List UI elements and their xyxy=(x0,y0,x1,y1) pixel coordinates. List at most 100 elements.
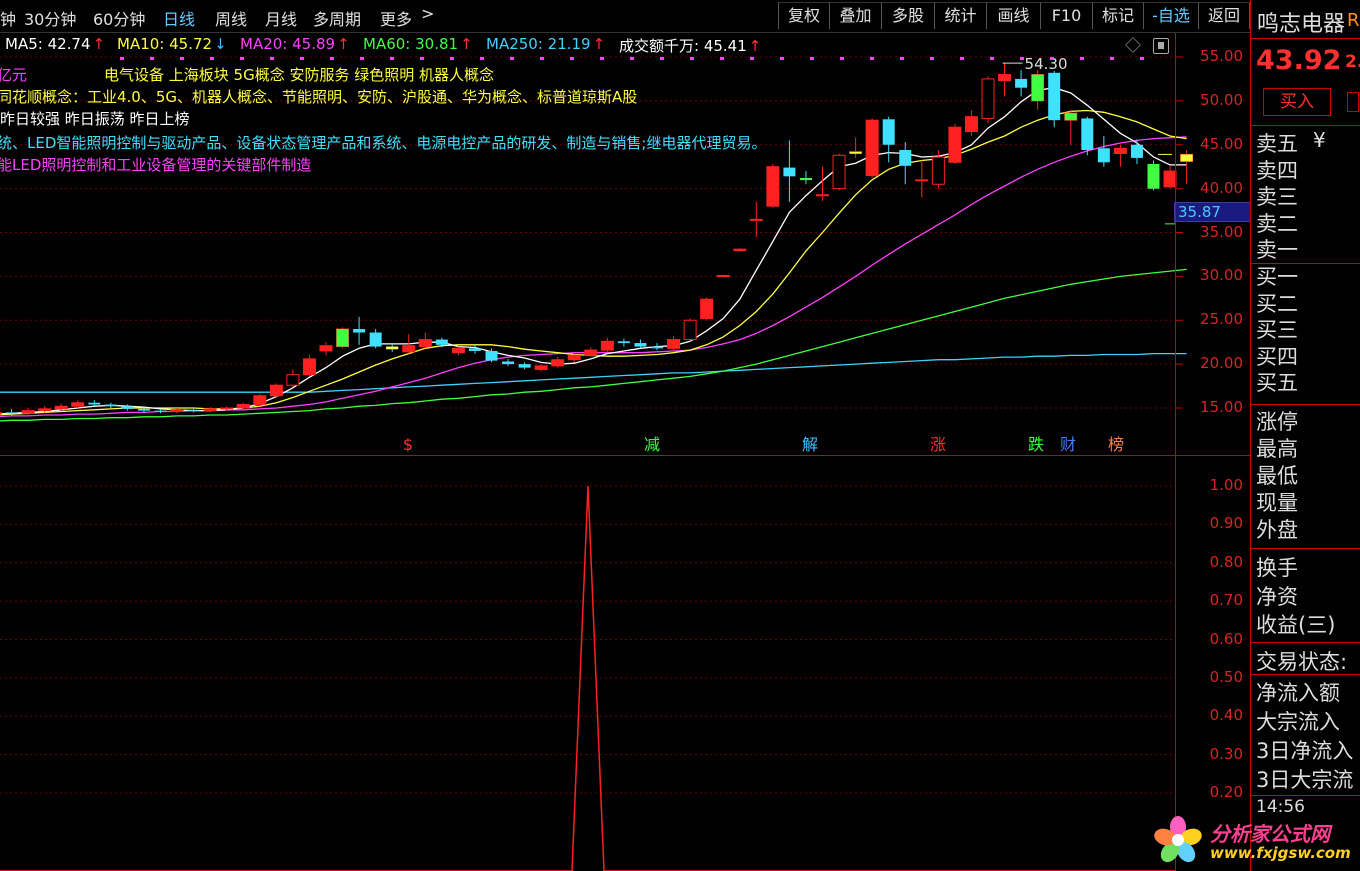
candle[interactable] xyxy=(651,343,663,351)
candle[interactable] xyxy=(700,297,714,321)
candle-body xyxy=(816,194,829,197)
candle[interactable] xyxy=(849,137,863,158)
candle[interactable] xyxy=(253,393,267,407)
toolbar-button[interactable]: F10 xyxy=(1040,2,1093,29)
orderbook-row[interactable]: 卖二 xyxy=(1256,208,1298,238)
timeframe-tab[interactable]: 60分钟 xyxy=(93,6,145,30)
candle[interactable] xyxy=(502,358,515,366)
toolbar-button[interactable]: 标记 xyxy=(1092,2,1144,29)
candle[interactable] xyxy=(518,362,531,370)
event-marker[interactable]: 财 xyxy=(1060,435,1076,454)
candle[interactable] xyxy=(567,353,581,363)
timeframe-tab[interactable]: 月线 xyxy=(265,6,297,30)
orderbook-row[interactable]: 卖四 xyxy=(1256,155,1298,185)
orderbook-row[interactable]: 买四 xyxy=(1256,341,1298,371)
candle[interactable] xyxy=(1113,144,1127,167)
timeframe-tab[interactable]: 更多 xyxy=(380,6,412,30)
candle[interactable] xyxy=(0,410,2,417)
candle[interactable] xyxy=(468,344,481,354)
toolbar-button[interactable]: 叠加 xyxy=(829,2,882,29)
candle[interactable] xyxy=(832,153,846,191)
toolbar-button[interactable]: 统计 xyxy=(934,2,987,29)
indicator-chart[interactable] xyxy=(0,456,1175,871)
candle[interactable] xyxy=(998,63,1012,97)
orderbook-row[interactable]: 卖五 xyxy=(1256,128,1298,158)
candle[interactable] xyxy=(1048,71,1061,128)
orderbook-row[interactable]: 买三 xyxy=(1256,314,1298,344)
candle[interactable] xyxy=(1015,70,1028,97)
orderbook-row[interactable]: 买一 xyxy=(1256,261,1298,291)
orderbook-row[interactable]: 卖一 xyxy=(1256,234,1298,264)
candle[interactable] xyxy=(418,332,432,349)
timeframe-tab[interactable]: 多周期 xyxy=(313,6,361,30)
candle[interactable] xyxy=(899,142,912,185)
candle[interactable] xyxy=(1081,116,1094,156)
candle-body xyxy=(269,384,283,397)
ma-arrow-icon: ↑ xyxy=(337,35,350,53)
event-marker[interactable]: 跌 xyxy=(1028,435,1044,454)
timeframe-tab[interactable]: 日线 xyxy=(163,6,195,30)
candle[interactable] xyxy=(667,336,681,351)
candle[interactable] xyxy=(617,338,630,347)
candle[interactable] xyxy=(981,76,995,123)
candle[interactable] xyxy=(964,110,978,136)
marker-dot xyxy=(210,57,214,60)
candle[interactable] xyxy=(683,318,697,342)
event-marker[interactable]: 减 xyxy=(644,435,660,454)
candle[interactable] xyxy=(104,402,117,408)
info-line: 亿元 xyxy=(0,66,28,84)
info-line: 统、LED智能照明控制与驱动产品、设备状态管理产品和系统、电源电控产品的研发、制… xyxy=(0,134,767,152)
candle[interactable] xyxy=(1097,135,1110,167)
stock-name[interactable]: 鸣志电器 xyxy=(1257,6,1345,38)
toolbar-button[interactable]: 复权 xyxy=(778,2,830,29)
candle[interactable] xyxy=(170,408,184,414)
event-marker[interactable]: 榜 xyxy=(1108,435,1124,454)
candle[interactable] xyxy=(799,171,812,185)
candle[interactable] xyxy=(634,339,647,349)
candle-body xyxy=(88,402,101,405)
candle[interactable] xyxy=(915,160,929,198)
orderbook-row[interactable]: 买二 xyxy=(1256,288,1298,318)
orderbook-row[interactable]: 买五 xyxy=(1256,367,1298,397)
candle[interactable] xyxy=(269,383,283,398)
candle[interactable] xyxy=(766,164,780,208)
candle[interactable] xyxy=(71,400,85,408)
candle[interactable] xyxy=(948,123,962,165)
buy-button[interactable]: 买入 xyxy=(1263,88,1331,116)
more-chevron-icon[interactable]: > xyxy=(421,4,434,23)
candle[interactable] xyxy=(865,118,879,179)
candle[interactable] xyxy=(783,140,796,202)
candle[interactable] xyxy=(302,355,316,377)
candle[interactable] xyxy=(88,400,101,407)
toolbar-button[interactable]: 画线 xyxy=(986,2,1041,29)
event-marker[interactable]: $ xyxy=(403,435,413,454)
window-toggle-icon[interactable] xyxy=(1153,38,1169,54)
candle[interactable] xyxy=(534,364,548,372)
timeframe-tab[interactable]: 30分钟 xyxy=(24,6,76,30)
candle[interactable] xyxy=(600,337,614,352)
candle[interactable] xyxy=(369,329,382,349)
candle[interactable] xyxy=(1130,139,1143,165)
event-marker[interactable]: 涨 xyxy=(930,435,946,454)
event-marker[interactable]: 解 xyxy=(802,435,818,454)
candle[interactable] xyxy=(882,116,895,163)
candle[interactable] xyxy=(716,274,730,277)
timeframe-tab[interactable]: 钟 xyxy=(0,6,16,30)
toolbar-button[interactable]: -自选 xyxy=(1143,2,1199,29)
sell-button-partial[interactable] xyxy=(1347,92,1359,112)
toolbar-button[interactable]: 返回 xyxy=(1198,2,1250,29)
orderbook-row[interactable]: 卖三 xyxy=(1256,181,1298,211)
candle[interactable] xyxy=(353,316,366,345)
candle[interactable] xyxy=(319,342,333,356)
toolbar-button[interactable]: 多股 xyxy=(881,2,935,29)
timeframe-tab[interactable]: 周线 xyxy=(215,6,247,30)
candle-body xyxy=(1081,118,1094,151)
candle[interactable] xyxy=(584,347,598,358)
axis-divider xyxy=(1175,33,1176,871)
candle[interactable] xyxy=(749,201,763,237)
ma-label: MA250: 21.19 xyxy=(486,35,591,53)
ma-arrow-icon: ↑ xyxy=(748,37,762,55)
candle[interactable] xyxy=(551,357,565,368)
candle[interactable] xyxy=(451,346,465,356)
candle[interactable] xyxy=(286,369,300,387)
